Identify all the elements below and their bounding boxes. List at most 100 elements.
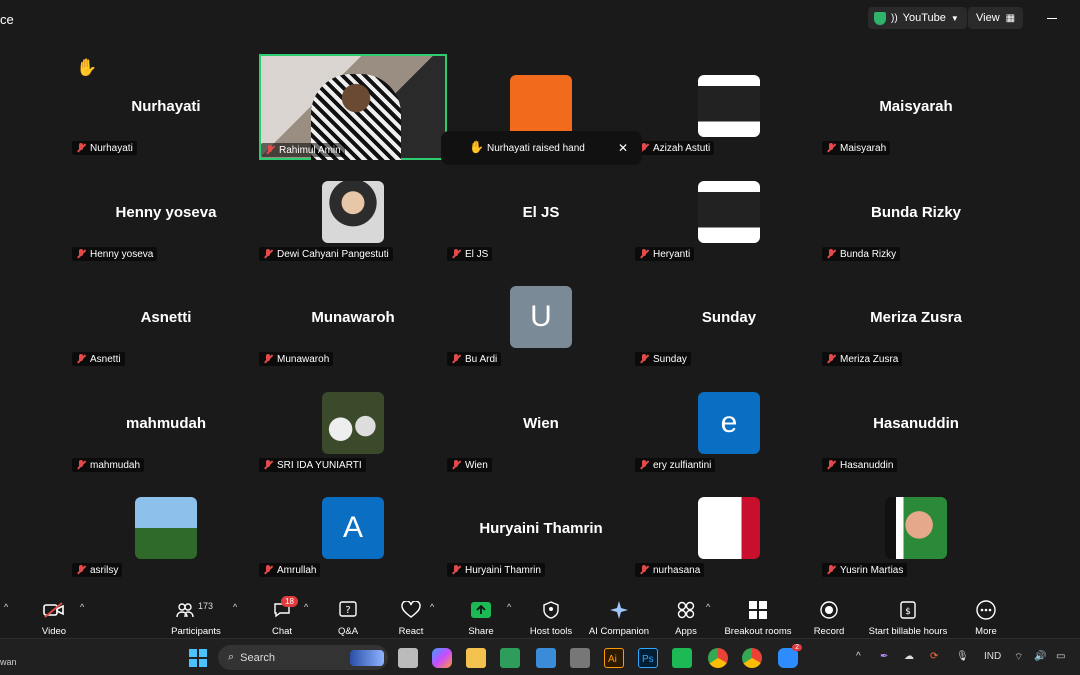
participant-avatar	[698, 75, 760, 137]
participant-tile[interactable]: SRI IDA YUNIARTI	[259, 371, 447, 477]
apps-button[interactable]: Apps	[668, 592, 704, 638]
gallery-grid: Nurhayati Nurhayati Rahimul Amin Azizah Ast…	[0, 36, 1080, 592]
excel-chart-icon[interactable]	[500, 648, 520, 668]
participant-name: asrilsy	[90, 564, 119, 576]
heart-icon	[401, 600, 421, 620]
react-button[interactable]: React	[392, 592, 430, 638]
chevron-up-icon[interactable]: ^	[80, 602, 84, 612]
participant-display-name: Bunda Rizky	[870, 204, 961, 221]
participants-button[interactable]: 173 Participants	[168, 592, 224, 638]
participant-tile[interactable]: Heryanti	[635, 160, 823, 266]
stream-status-button[interactable]: )) YouTube ▼	[868, 7, 967, 29]
microphone-icon[interactable]: 🎙	[956, 651, 969, 662]
participant-tile[interactable]: Rahimul Amin	[259, 54, 447, 160]
participant-name-label: Yusrin Martias	[822, 563, 908, 577]
participant-tile[interactable]: Wien Wien	[447, 371, 635, 477]
billable-hours-button[interactable]: $ Start billable hours	[864, 592, 952, 638]
participant-tile[interactable]: Asnetti Asnetti	[72, 265, 260, 371]
participant-tile[interactable]: Yusrin Martias	[822, 476, 1010, 582]
participant-tile[interactable]: A Amrullah	[259, 476, 447, 582]
participant-tile[interactable]: Henny yoseva Henny yoseva	[72, 160, 260, 266]
chat-button[interactable]: 18 Chat	[264, 592, 300, 638]
participant-tile[interactable]: Huryaini Thamrin Huryaini Thamrin	[447, 476, 635, 582]
raised-hand-toast: ✋ Nurhayati raised hand ✕	[441, 131, 642, 165]
stream-label: YouTube	[902, 12, 946, 24]
ai-companion-button[interactable]: AI Companion	[586, 592, 652, 638]
file-explorer-icon[interactable]	[466, 648, 486, 668]
view-button[interactable]: View ▦	[968, 7, 1024, 29]
sync-icon[interactable]: ⟳	[930, 651, 938, 662]
mic-muted-icon	[263, 565, 273, 575]
chrome-icon[interactable]	[708, 648, 728, 668]
chevron-up-icon[interactable]: ^	[233, 602, 237, 612]
host-tools-button[interactable]: Host tools	[526, 592, 576, 638]
chevron-up-icon[interactable]: ^	[856, 651, 861, 662]
participant-name: Maisyarah	[840, 142, 887, 154]
chevron-up-icon[interactable]: ^	[706, 602, 710, 612]
participant-tile[interactable]: El JS El JS	[447, 160, 635, 266]
record-button[interactable]: Record	[810, 592, 848, 638]
breakout-rooms-button[interactable]: Breakout rooms	[722, 592, 794, 638]
search-icon: ⌕	[228, 651, 235, 663]
participant-tile[interactable]: Azizah Astuti	[635, 54, 823, 160]
minimize-button[interactable]	[1042, 8, 1062, 28]
participant-tile[interactable]: mahmudah mahmudah	[72, 371, 260, 477]
mic-muted-icon	[826, 460, 836, 470]
battery-icon[interactable]: ▭	[1056, 651, 1065, 662]
language-indicator[interactable]: IND	[984, 651, 1001, 662]
sparkle-icon	[610, 600, 628, 620]
participant-tile[interactable]: Munawaroh Munawaroh	[259, 265, 447, 371]
windows-start-icon[interactable]	[188, 648, 208, 668]
participant-tile[interactable]: Sunday Sunday	[635, 265, 823, 371]
share-button[interactable]: Share	[463, 592, 499, 638]
chevron-up-icon[interactable]: ^	[507, 602, 511, 612]
participant-tile[interactable]: nurhasana	[635, 476, 823, 582]
chevron-up-icon[interactable]: ^	[4, 602, 8, 612]
participant-name: Munawaroh	[277, 353, 330, 365]
mic-muted-icon	[826, 565, 836, 575]
task-view-icon[interactable]	[398, 648, 418, 668]
qa-button[interactable]: ? Q&A	[330, 592, 366, 638]
wifi-icon[interactable]: ⌔	[1014, 651, 1023, 664]
billing-icon: $	[900, 600, 916, 620]
participant-tile[interactable]: Bunda Rizky Bunda Rizky	[822, 160, 1010, 266]
pen-icon[interactable]: ✒	[880, 651, 888, 662]
participant-name-label: SRI IDA YUNIARTI	[259, 458, 366, 472]
participant-tile[interactable]: e ery zulfiantini	[635, 371, 823, 477]
chevron-up-icon[interactable]: ^	[430, 602, 434, 612]
illustrator-icon[interactable]: Ai	[604, 648, 624, 668]
view-label: View	[976, 12, 1000, 24]
volume-icon[interactable]: 🔊	[1034, 651, 1046, 662]
copilot-icon[interactable]	[432, 648, 452, 668]
participant-tile[interactable]: Dewi Cahyani Pangestuti	[259, 160, 447, 266]
chrome-profile-icon[interactable]	[742, 648, 762, 668]
chat-badge: 18	[281, 596, 298, 607]
zoom-icon[interactable]: 2	[778, 644, 802, 668]
participant-tile[interactable]: Meriza Zusra Meriza Zusra	[822, 265, 1010, 371]
participant-display-name: Hasanuddin	[873, 415, 959, 432]
toast-text: Nurhayati raised hand	[487, 142, 585, 154]
chat-icon: 18	[273, 596, 298, 620]
mic-muted-icon	[826, 249, 836, 259]
chevron-up-icon[interactable]: ^	[304, 602, 308, 612]
participant-tile[interactable]: U Bu Ardi	[447, 265, 635, 371]
cloud-icon[interactable]: ☁	[904, 651, 914, 662]
close-icon[interactable]: ✕	[618, 141, 628, 155]
notepad-icon[interactable]	[536, 648, 556, 668]
photoshop-icon[interactable]: Ps	[638, 648, 658, 668]
participant-name: Amrullah	[277, 564, 317, 576]
app-green-icon[interactable]	[672, 648, 692, 668]
participant-avatar	[510, 75, 572, 137]
network-app-icon[interactable]	[570, 648, 590, 668]
video-button[interactable]: Video	[36, 592, 72, 638]
more-button[interactable]: More	[968, 592, 1004, 638]
participant-name-label: Amrullah	[259, 563, 321, 577]
participant-tile[interactable]: asrilsy	[72, 476, 260, 582]
search-highlight-image	[350, 649, 384, 666]
participant-name: Nurhayati	[90, 142, 133, 154]
taskbar-search[interactable]: ⌕ Search	[218, 645, 388, 670]
participant-tile[interactable]: Nurhayati Nurhayati	[72, 54, 260, 160]
participant-tile[interactable]: Maisyarah Maisyarah	[822, 54, 1010, 160]
participant-tile[interactable]: Hasanuddin Hasanuddin	[822, 371, 1010, 477]
meeting-toolbar: ^ Video ^ 173 Participants ^ 18 Chat ^ ?…	[0, 592, 1080, 638]
